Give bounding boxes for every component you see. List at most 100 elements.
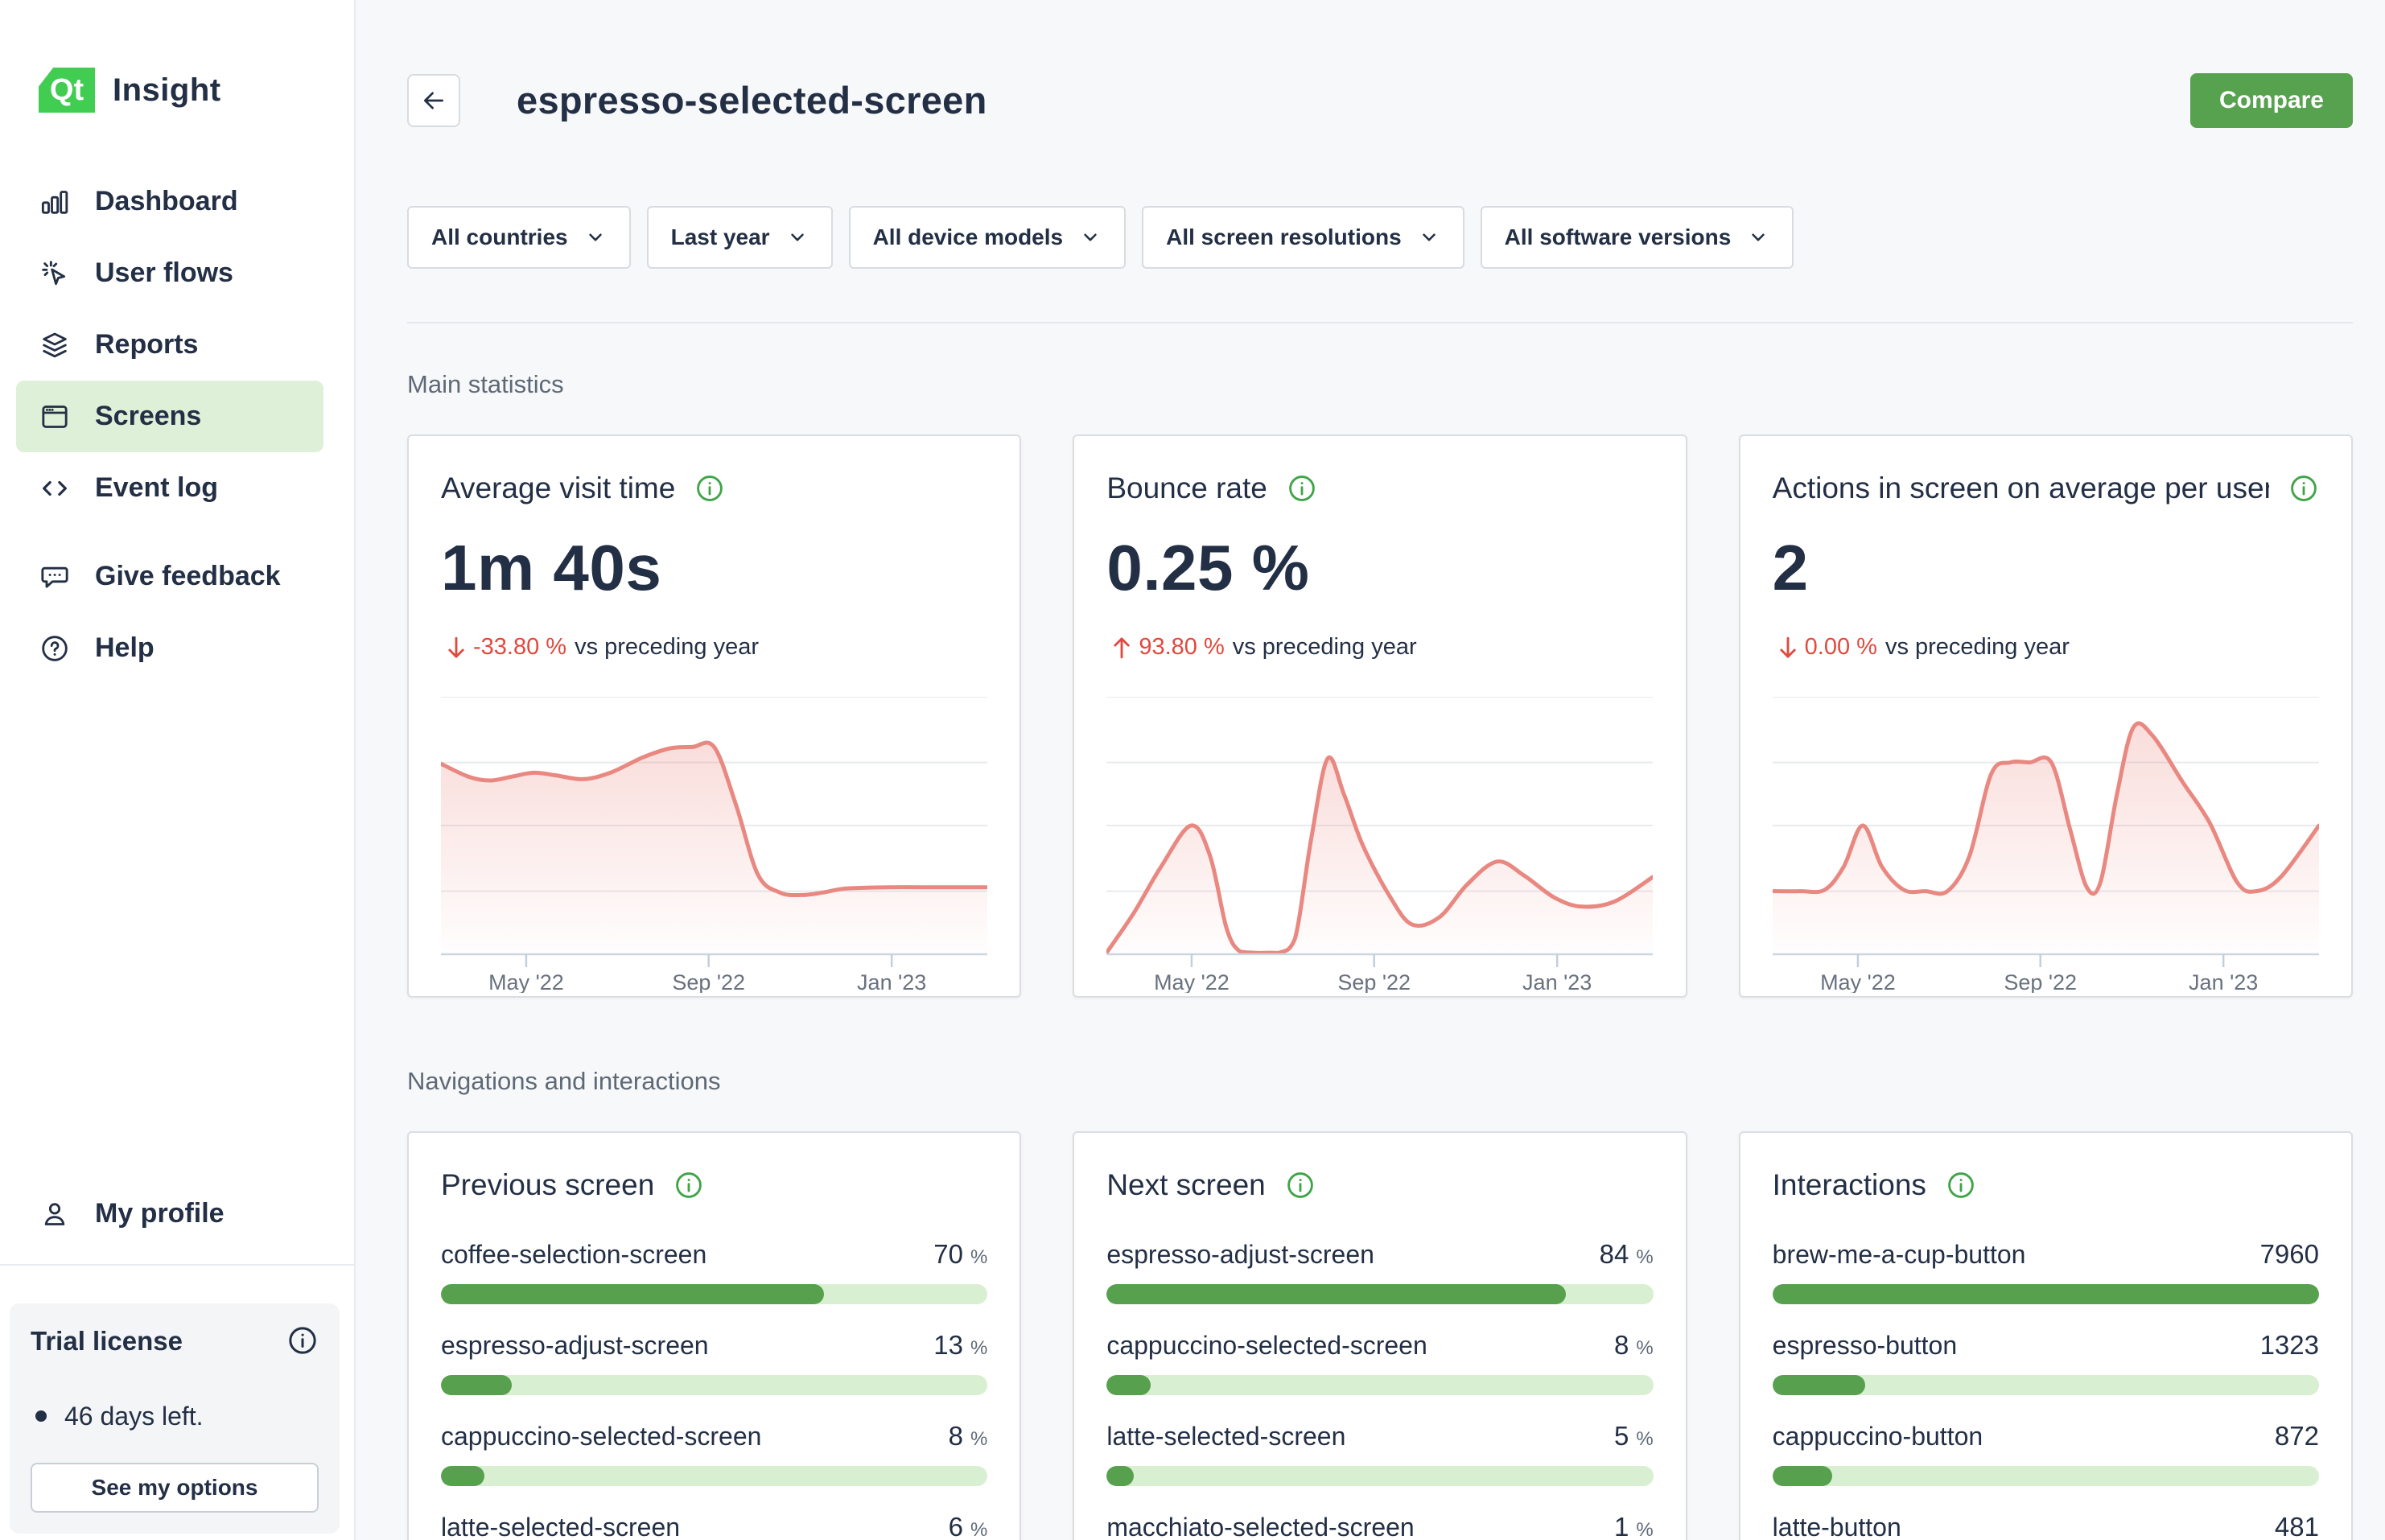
list-item-value: 872 xyxy=(2275,1421,2319,1451)
list-item: espresso-adjust-screen84% xyxy=(1106,1239,1653,1304)
progress-bar-fill xyxy=(441,1466,484,1486)
list-card-header: Previous screen xyxy=(441,1168,987,1202)
page-header: espresso-selected-screen Compare xyxy=(407,53,2353,148)
filter-last-year[interactable]: Last year xyxy=(647,206,833,269)
list-item-text: coffee-selection-screen 70% xyxy=(441,1239,987,1270)
list-item-text: espresso-adjust-screen84% xyxy=(1106,1239,1653,1270)
sidebar-item-label: Event log xyxy=(95,472,218,504)
see-my-options-button[interactable]: See my options xyxy=(31,1463,319,1513)
filter-all-software-versions[interactable]: All software versions xyxy=(1481,206,1794,269)
list-card: Interactionsbrew-me-a-cup-button7960espr… xyxy=(1739,1131,2353,1540)
value-unit: % xyxy=(1636,1428,1653,1451)
sidebar-item-my-profile[interactable]: My profile xyxy=(16,1178,323,1250)
progress-bar xyxy=(1106,1375,1653,1395)
list-item: latte-selected-screen5% xyxy=(1106,1421,1653,1486)
info-icon[interactable] xyxy=(2288,473,2319,504)
list-item-label: espresso-adjust-screen xyxy=(1106,1240,1374,1270)
list-item-label: coffee-selection-screen xyxy=(441,1240,706,1270)
sidebar-item-label: Reports xyxy=(95,329,198,360)
sidebar-item-give-feedback[interactable]: Give feedback xyxy=(16,541,323,612)
progress-bar-fill xyxy=(1773,1466,1833,1486)
x-axis-label: Sep '22 xyxy=(2004,970,2077,993)
value-number: 6 xyxy=(949,1512,963,1540)
info-icon[interactable] xyxy=(673,1170,704,1200)
stat-card: Bounce rate0.25 %93.80 %vs preceding yea… xyxy=(1073,434,1687,998)
progress-bar xyxy=(441,1375,987,1395)
progress-bar-fill xyxy=(1106,1284,1566,1304)
filter-all-device-models[interactable]: All device models xyxy=(849,206,1127,269)
progress-bar-fill xyxy=(441,1375,512,1395)
list-item-text: cappuccino-button872 xyxy=(1773,1421,2319,1451)
info-icon[interactable] xyxy=(1287,473,1317,504)
help-icon xyxy=(39,632,71,665)
info-icon[interactable] xyxy=(1285,1170,1316,1200)
profile-icon xyxy=(39,1198,71,1230)
filters: All countries Last year All device models A… xyxy=(407,206,2353,269)
list-item-value: 70% xyxy=(933,1239,987,1270)
sidebar-item-help[interactable]: Help xyxy=(16,612,323,684)
list-item-text: espresso-button1323 xyxy=(1773,1330,2319,1361)
list-item-label: latte-selected-screen xyxy=(1106,1422,1345,1451)
list-item-label: latte-selected-screen xyxy=(441,1513,680,1540)
list-item: coffee-selection-screen 70% xyxy=(441,1239,987,1304)
list-item-text: brew-me-a-cup-button7960 xyxy=(1773,1239,2319,1270)
list-item-value: 8% xyxy=(1614,1330,1654,1361)
sidebar-item-event-log[interactable]: Event log xyxy=(16,452,323,524)
value-number: 1323 xyxy=(2260,1330,2319,1361)
delta-value: 93.80 % xyxy=(1139,634,1224,661)
section-navigations: Navigations and interactions xyxy=(407,1067,2353,1096)
nav-spacer xyxy=(16,524,323,541)
user-flows-icon xyxy=(39,257,71,290)
value-number: 7960 xyxy=(2260,1239,2319,1270)
filter-label: All countries xyxy=(431,224,568,250)
sidebar: Qt Insight Dashboard User flows Reports Scr… xyxy=(0,0,356,1540)
list-item-value: 13% xyxy=(933,1330,987,1361)
stat-card-delta: 93.80 %vs preceding year xyxy=(1106,632,1653,663)
trial-status: 46 days left. xyxy=(31,1400,319,1432)
section-main-statistics: Main statistics xyxy=(407,370,2353,399)
header-divider xyxy=(407,322,2353,323)
app-logo: Qt Insight xyxy=(39,68,354,113)
compare-button[interactable]: Compare xyxy=(2190,73,2353,128)
list-item: macchiato-selected-screen1% xyxy=(1106,1512,1653,1540)
filter-all-screen-resolutions[interactable]: All screen resolutions xyxy=(1142,206,1464,269)
x-axis-label: Jan '23 xyxy=(857,970,926,993)
filter-all-countries[interactable]: All countries xyxy=(407,206,631,269)
sidebar-item-label: Help xyxy=(95,632,154,664)
value-number: 13 xyxy=(933,1330,963,1361)
list-rows: coffee-selection-screen70%espresso-adjus… xyxy=(441,1239,987,1540)
screens-icon xyxy=(39,401,71,433)
x-axis-label: May '22 xyxy=(1154,970,1230,993)
area-chart-svg: May '22Sep '22Jan '23 xyxy=(1106,697,1653,993)
sidebar-item-user-flows[interactable]: User flows xyxy=(16,237,323,309)
list-item-text: macchiato-selected-screen1% xyxy=(1106,1512,1653,1540)
list-item: latte-button 481 xyxy=(1773,1512,2319,1540)
info-icon[interactable] xyxy=(1946,1170,1976,1200)
info-icon[interactable] xyxy=(694,473,725,504)
sidebar-item-label: User flows xyxy=(95,257,233,289)
info-icon[interactable] xyxy=(286,1324,319,1357)
sidebar-item-dashboard[interactable]: Dashboard xyxy=(16,166,323,237)
bullet-icon xyxy=(35,1410,47,1422)
list-item-value: 481 xyxy=(2275,1512,2319,1540)
sidebar-item-screens[interactable]: Screens xyxy=(16,381,323,452)
sidebar-item-reports[interactable]: Reports xyxy=(16,309,323,381)
progress-bar xyxy=(1106,1284,1653,1304)
progress-bar xyxy=(1773,1375,2319,1395)
value-unit: % xyxy=(970,1246,987,1269)
progress-bar-fill xyxy=(1773,1375,1865,1395)
stat-card-delta: 0.00 %vs preceding year xyxy=(1773,632,2319,663)
value-unit: % xyxy=(970,1519,987,1540)
filter-label: All screen resolutions xyxy=(1166,224,1402,250)
value-number: 1 xyxy=(1614,1512,1629,1540)
back-button[interactable] xyxy=(407,74,460,127)
list-item: cappuccino-button872 xyxy=(1773,1421,2319,1486)
profile-section: My profile xyxy=(0,1178,354,1250)
trend-chart: May '22Sep '22Jan '23 xyxy=(1773,697,2319,993)
list-item-label: latte-button xyxy=(1773,1513,1901,1540)
progress-bar xyxy=(1106,1466,1653,1486)
reports-icon xyxy=(39,329,71,361)
stat-card-header: Average visit time xyxy=(441,471,987,505)
event-log-icon xyxy=(39,472,71,504)
list-item-value: 6% xyxy=(949,1512,988,1540)
